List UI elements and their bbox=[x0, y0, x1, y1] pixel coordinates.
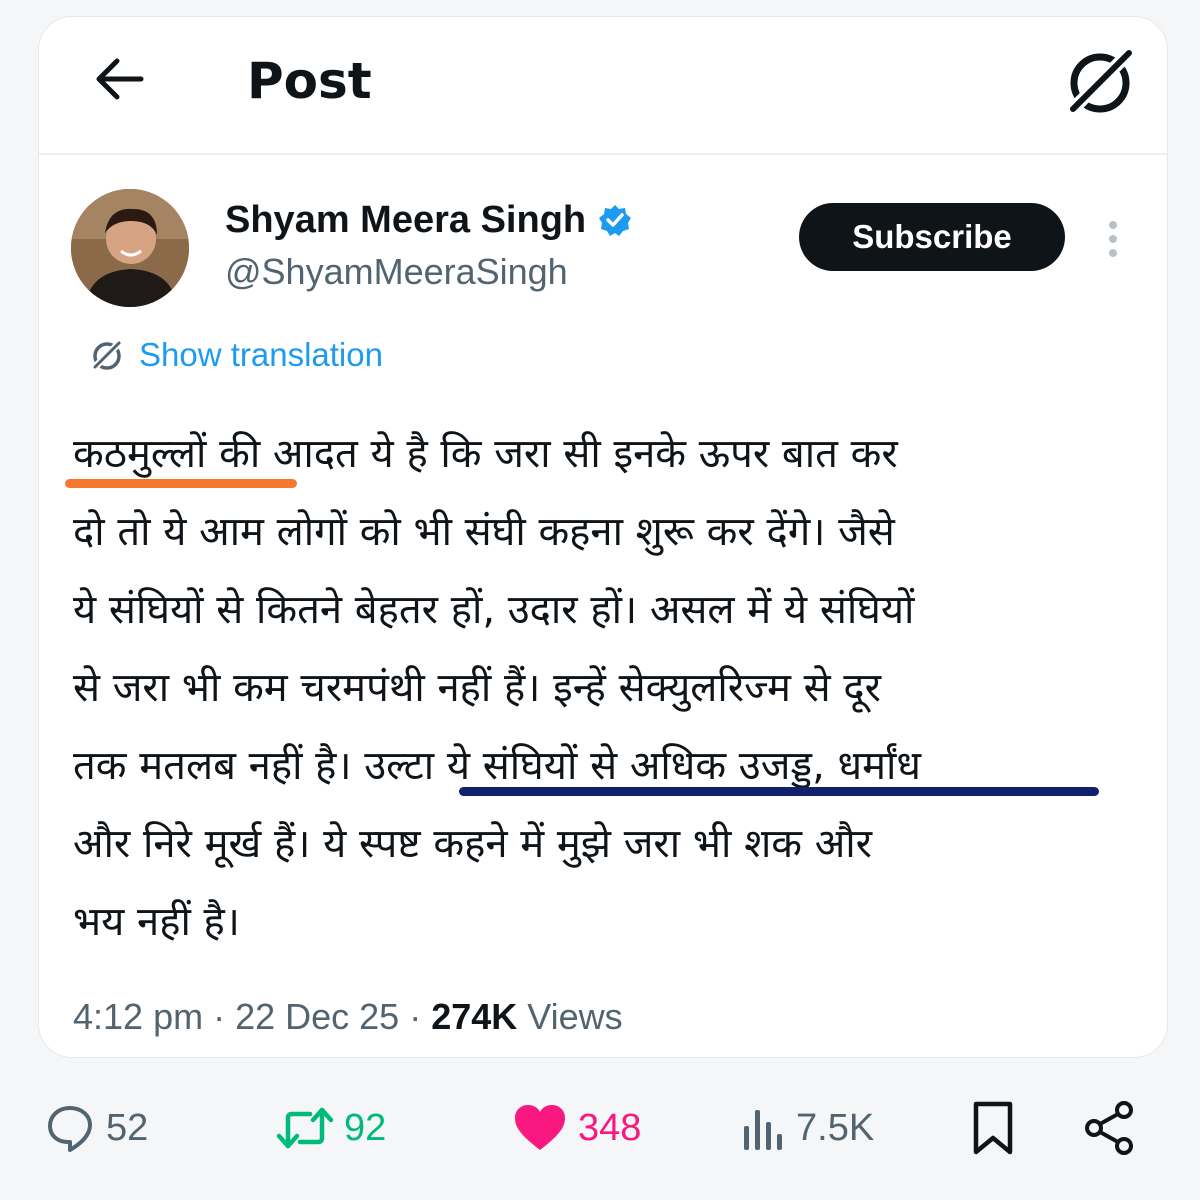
reply-button[interactable]: 52 bbox=[44, 1098, 148, 1158]
views-label: Views bbox=[517, 996, 623, 1037]
author-name-text[interactable]: Shyam Meera Singh bbox=[225, 197, 586, 243]
views-button[interactable]: 7.5K bbox=[740, 1098, 874, 1158]
reply-count: 52 bbox=[106, 1106, 149, 1149]
post-meta: 4:12 pm · 22 Dec 25 · 274K Views bbox=[73, 993, 623, 1041]
profile-photo bbox=[71, 189, 189, 307]
share-icon bbox=[1085, 1101, 1133, 1155]
post-text: कठमुल्लों की आदत ये है कि जरा सी इनके ऊप… bbox=[73, 431, 921, 945]
reply-icon bbox=[48, 1106, 92, 1152]
verified-badge-icon bbox=[599, 205, 632, 236]
more-options-icon[interactable] bbox=[1101, 217, 1125, 261]
back-button[interactable] bbox=[89, 49, 149, 109]
like-button[interactable]: 348 bbox=[512, 1098, 641, 1158]
top-bar: Post bbox=[39, 17, 1167, 155]
grok-small-icon bbox=[90, 338, 124, 372]
post-card: Post Shyam Meera Singh @ShyamMeeraSingh … bbox=[38, 16, 1168, 1058]
arrow-left-icon bbox=[96, 58, 144, 100]
meta-separator: · bbox=[399, 996, 432, 1037]
subscribe-button[interactable]: Subscribe bbox=[799, 203, 1065, 271]
highlight-underline-navy bbox=[459, 787, 1099, 796]
post-time[interactable]: 4:12 pm bbox=[73, 996, 203, 1037]
repost-button[interactable]: 92 bbox=[276, 1098, 386, 1158]
show-translation-link[interactable]: Show translation bbox=[89, 333, 383, 377]
meta-separator: · bbox=[203, 996, 236, 1037]
repost-count: 92 bbox=[344, 1106, 387, 1149]
author-handle[interactable]: @ShyamMeeraSingh bbox=[225, 249, 568, 295]
action-bar: 52 92 348 7.5K bbox=[0, 1086, 1200, 1176]
like-count: 348 bbox=[578, 1106, 642, 1149]
share-button[interactable] bbox=[1082, 1098, 1146, 1158]
grok-icon[interactable] bbox=[1061, 43, 1139, 121]
bookmark-icon bbox=[973, 1101, 1013, 1155]
page-title: Post bbox=[247, 52, 372, 110]
post-date[interactable]: 22 Dec 25 bbox=[235, 996, 399, 1037]
author-name[interactable]: Shyam Meera Singh bbox=[225, 197, 632, 243]
views-count: 274K bbox=[431, 996, 518, 1037]
avatar[interactable] bbox=[71, 189, 189, 307]
show-translation-label[interactable]: Show translation bbox=[139, 333, 383, 377]
bookmark-button[interactable] bbox=[970, 1098, 1026, 1158]
heart-icon bbox=[515, 1105, 565, 1150]
repost-icon bbox=[276, 1107, 334, 1149]
views-action-count: 7.5K bbox=[796, 1106, 875, 1149]
highlight-underline-orange bbox=[65, 479, 297, 488]
analytics-icon bbox=[744, 1110, 782, 1150]
